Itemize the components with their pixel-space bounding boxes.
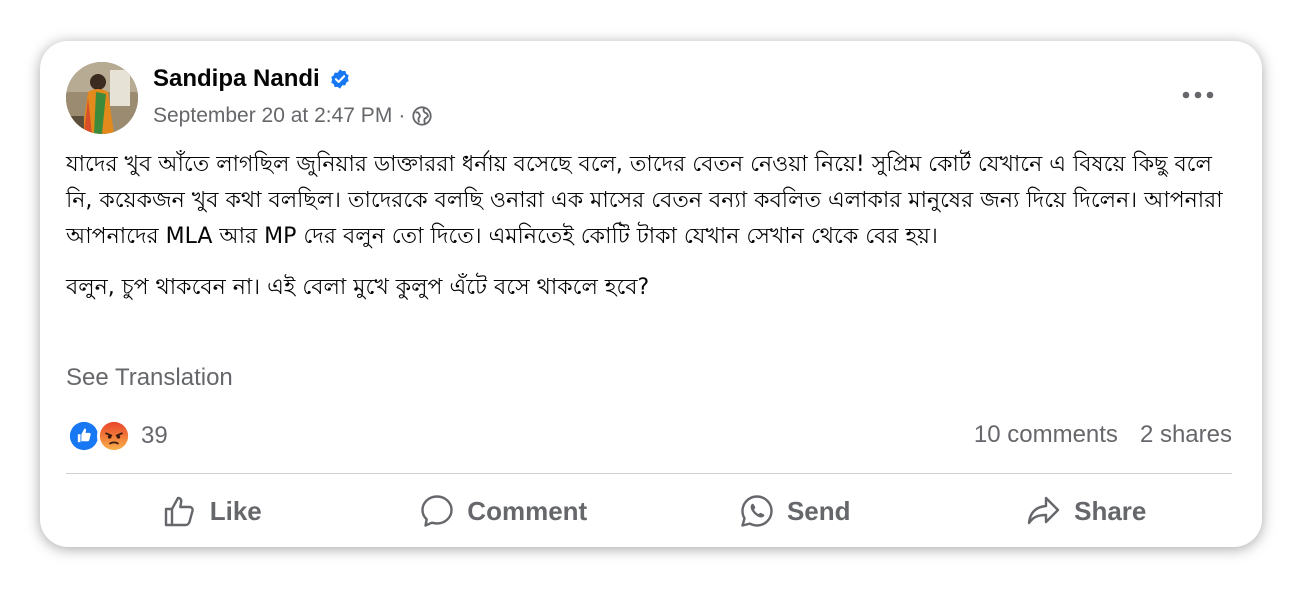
post-timestamp[interactable]: September 20 at 2:47 PM xyxy=(153,104,392,128)
author-name[interactable]: Sandipa Nandi xyxy=(153,65,320,93)
avatar-photo xyxy=(66,62,138,134)
like-button[interactable]: Like xyxy=(66,481,358,541)
reaction-count[interactable]: 39 xyxy=(141,422,168,450)
comment-label: Comment xyxy=(467,495,588,526)
comment-bubble-icon xyxy=(421,495,453,527)
reactions-summary[interactable]: 39 xyxy=(67,419,168,453)
angry-reaction-icon xyxy=(97,419,131,453)
avatar[interactable] xyxy=(66,62,138,134)
verified-badge-icon xyxy=(329,68,351,90)
post-meta: September 20 at 2:47 PM · xyxy=(153,104,433,128)
see-translation-link[interactable]: See Translation xyxy=(66,364,233,392)
like-label: Like xyxy=(209,495,262,526)
post-paragraph-2: বলুন, চুপ থাকবেন না। এই বেলা মুখে কুলুপ … xyxy=(66,275,650,300)
more-options-icon[interactable] xyxy=(1182,81,1214,109)
share-label: Share xyxy=(1074,495,1147,526)
send-label: Send xyxy=(786,495,851,526)
whatsapp-icon xyxy=(741,495,773,527)
post-paragraph-1: যাদের খুব আঁতে লাগছিল জুনিয়ার ডাক্তাররা… xyxy=(66,152,1223,249)
shares-count[interactable]: 2 shares xyxy=(1140,421,1232,449)
like-reaction-icon xyxy=(67,419,101,453)
meta-separator: · xyxy=(398,104,406,127)
action-bar: Like Comment Send Share xyxy=(66,481,1232,541)
share-arrow-icon xyxy=(1027,496,1060,525)
divider xyxy=(66,473,1232,474)
share-button[interactable]: Share xyxy=(941,481,1233,541)
post-body: যাদের খুব আঁতে লাগছিল জুনিয়ার ডাক্তাররা… xyxy=(66,147,1242,321)
comment-button[interactable]: Comment xyxy=(358,481,650,541)
thumbs-up-icon xyxy=(164,496,194,527)
comments-count[interactable]: 10 comments xyxy=(974,421,1118,449)
engagement-stats: 10 comments 2 shares xyxy=(974,421,1232,449)
send-button[interactable]: Send xyxy=(649,481,941,541)
globe-icon[interactable] xyxy=(411,105,433,127)
author-row: Sandipa Nandi xyxy=(153,65,351,93)
post-card: Sandipa Nandi September 20 at 2:47 PM · … xyxy=(40,41,1262,547)
